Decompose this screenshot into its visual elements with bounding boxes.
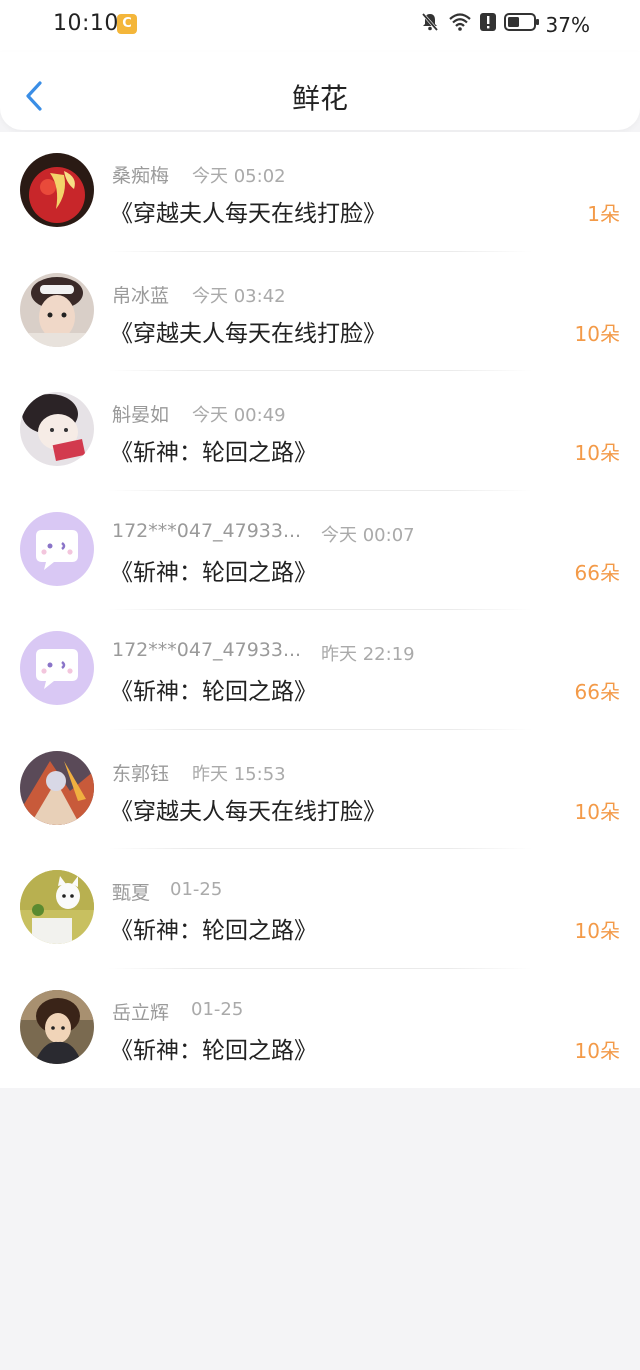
flower-count: 10朵	[574, 1038, 620, 1063]
book-title[interactable]: 《斩神：轮回之路》	[110, 672, 317, 706]
sent-time: 01-25	[170, 879, 223, 900]
sent-time: 昨天 22:19	[321, 644, 415, 665]
flower-count: 66朵	[574, 560, 620, 585]
app-notification-icon: C	[117, 14, 137, 34]
list-item[interactable]: 岳立辉 01-25 《斩神：轮回之路》 10朵	[0, 969, 640, 1089]
status-time: 10:10	[53, 11, 119, 36]
sender-name: 东郭钰	[112, 762, 170, 785]
alert-icon	[480, 13, 496, 31]
sender-name: 172***047_47933...	[112, 519, 302, 542]
sent-time: 昨天 15:53	[192, 763, 286, 785]
flower-count: 10朵	[574, 321, 620, 346]
page-title: 鲜花	[291, 82, 348, 115]
avatar[interactable]	[20, 989, 94, 1064]
sent-time: 今天 05:02	[192, 166, 286, 187]
book-title[interactable]: 《穿越夫人每天在线打脸》	[110, 314, 386, 348]
sender-name: 岳立辉	[112, 1001, 170, 1024]
sender-name: 桑痴梅	[112, 165, 170, 187]
avatar[interactable]	[20, 750, 94, 825]
list-item[interactable]: 斛晏如 今天 00:49 《斩神：轮回之路》 10朵	[0, 371, 640, 491]
status-bar: 10:10 C 37%	[0, 0, 640, 52]
sender-name: 帛冰蓝	[112, 284, 170, 307]
avatar[interactable]	[20, 392, 94, 466]
flower-count: 1朵	[587, 202, 620, 226]
sender-name: 172***047_47933...	[112, 639, 302, 661]
avatar[interactable]	[20, 631, 94, 705]
list-item[interactable]: 帛冰蓝 今天 03:42 《穿越夫人每天在线打脸》 10朵	[0, 252, 640, 371]
flower-count: 10朵	[574, 441, 620, 465]
wifi-icon	[449, 13, 471, 31]
book-title[interactable]: 《穿越夫人每天在线打脸》	[110, 792, 386, 826]
list-item[interactable]: 172***047_47933... 今天 00:07 《斩神：轮回之路》 66…	[0, 491, 640, 610]
flower-count: 10朵	[574, 919, 620, 943]
battery-icon	[504, 13, 539, 31]
sender-name: 斛晏如	[112, 404, 170, 426]
avatar[interactable]	[20, 272, 94, 347]
book-title[interactable]: 《斩神：轮回之路》	[110, 911, 317, 945]
flower-count: 66朵	[574, 680, 620, 704]
header: 鲜花	[0, 52, 640, 130]
list-item[interactable]: 172***047_47933... 昨天 22:19 《斩神：轮回之路》 66…	[0, 610, 640, 730]
book-title[interactable]: 《斩神：轮回之路》	[110, 433, 317, 467]
list-item[interactable]: 桑痴梅 今天 05:02 《穿越夫人每天在线打脸》 1朵	[0, 132, 640, 252]
book-title[interactable]: 《斩神：轮回之路》	[110, 1031, 317, 1065]
bell-muted-icon	[421, 13, 439, 31]
sent-time: 01-25	[191, 998, 244, 1020]
list-item[interactable]: 东郭钰 昨天 15:53 《穿越夫人每天在线打脸》 10朵	[0, 730, 640, 849]
avatar[interactable]	[20, 511, 94, 586]
sender-name: 甄夏	[112, 882, 151, 904]
sent-time: 今天 00:49	[192, 405, 286, 426]
book-title[interactable]: 《斩神：轮回之路》	[110, 553, 317, 587]
avatar[interactable]	[20, 870, 94, 944]
sent-time: 今天 03:42	[192, 285, 286, 307]
flower-count: 10朵	[574, 799, 620, 824]
avatar[interactable]	[20, 153, 94, 227]
flower-list: 桑痴梅 今天 05:02 《穿越夫人每天在线打脸》 1朵 帛冰蓝 今天 03:4…	[0, 132, 640, 1088]
battery-percentage: 37%	[545, 13, 590, 37]
book-title[interactable]: 《穿越夫人每天在线打脸》	[110, 194, 386, 228]
list-item[interactable]: 甄夏 01-25 《斩神：轮回之路》 10朵	[0, 849, 640, 969]
sent-time: 今天 00:07	[321, 524, 415, 546]
